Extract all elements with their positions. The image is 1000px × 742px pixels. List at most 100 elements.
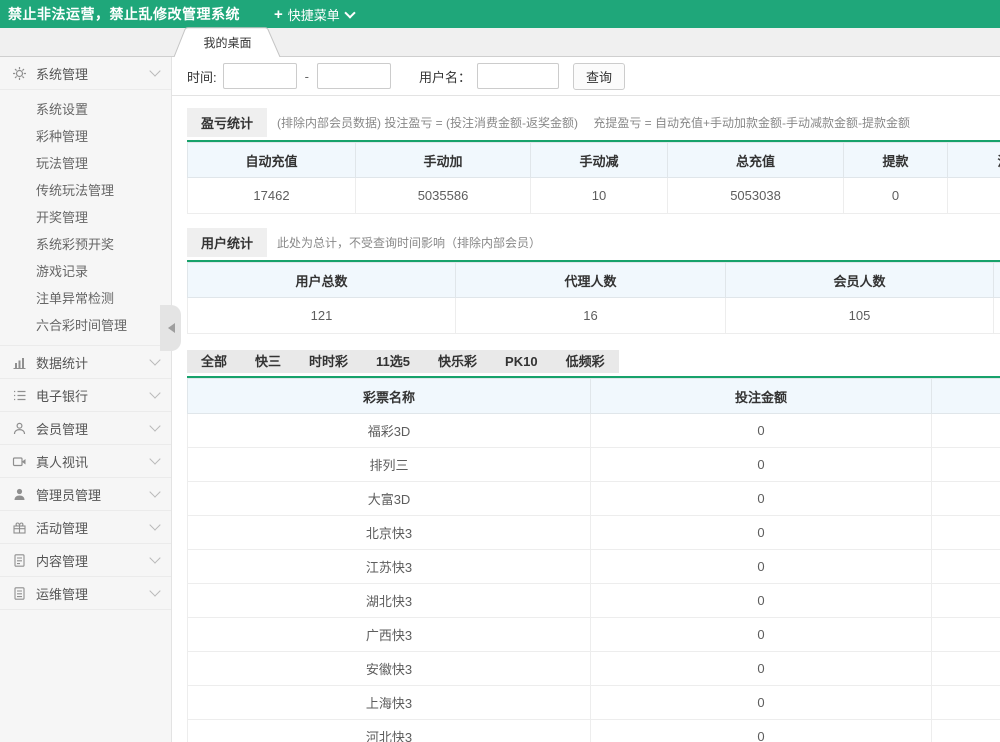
sidebar-group-members[interactable]: 会员管理 bbox=[0, 412, 171, 445]
sidebar-group-data-stats[interactable]: 数据统计 bbox=[0, 346, 171, 379]
sidebar-item-bet-anomaly[interactable]: 注单异常检测 bbox=[0, 285, 171, 312]
top-bar: 禁止非法运营，禁止乱修改管理系统 + 快捷菜单 bbox=[0, 0, 1000, 28]
col-header: 彩票名称 bbox=[188, 379, 591, 414]
sidebar-group-label: 内容管理 bbox=[36, 551, 151, 570]
cell-clipped bbox=[932, 618, 1000, 652]
tab-my-desktop[interactable]: 我的桌面 bbox=[172, 27, 283, 57]
username-input[interactable] bbox=[477, 63, 559, 89]
cell-bet-amount: 0 bbox=[591, 482, 932, 516]
col-header: 投注金额 bbox=[591, 379, 932, 414]
plus-icon: + bbox=[274, 6, 283, 23]
cell-lottery-name: 湖北快3 bbox=[188, 584, 591, 618]
cell-clipped bbox=[932, 584, 1000, 618]
tab-klc[interactable]: 快乐彩 bbox=[424, 350, 491, 373]
query-button[interactable]: 查询 bbox=[573, 63, 625, 90]
chevron-down-icon bbox=[149, 420, 160, 431]
table-header-row: 自动充值 手动加 手动减 总充值 提款 消 bbox=[188, 143, 1000, 178]
profit-stats-title: 盈亏统计 bbox=[187, 108, 267, 137]
gift-icon bbox=[12, 520, 28, 535]
cell-lottery-name: 北京快3 bbox=[188, 516, 591, 550]
cell-lottery-name: 河北快3 bbox=[188, 720, 591, 742]
sidebar-item-system-settings[interactable]: 系统设置 bbox=[0, 96, 171, 123]
sidebar-group-live-video[interactable]: 真人视讯 bbox=[0, 445, 171, 478]
table-row: 广西快3 0 bbox=[188, 618, 1000, 652]
cell-bet-amount: 0 bbox=[591, 414, 932, 448]
time-to-input[interactable] bbox=[317, 63, 391, 89]
cell-bet-amount: 0 bbox=[591, 720, 932, 742]
chevron-down-icon bbox=[149, 552, 160, 563]
sidebar-group-label: 运维管理 bbox=[36, 584, 151, 603]
sidebar-item-pre-draw[interactable]: 系统彩预开奖 bbox=[0, 231, 171, 258]
sidebar-group-label: 系统管理 bbox=[36, 64, 151, 83]
user-stats-table-wrap: 用户总数 代理人数 会员人数 121 16 105 bbox=[187, 260, 1000, 334]
col-header: 提款 bbox=[844, 143, 948, 178]
profit-stats-section: 盈亏统计 (排除内部会员数据) 投注盈亏 = (投注消费金额-返奖金额) 充提盈… bbox=[187, 108, 1000, 214]
sidebar-group-ebank[interactable]: 电子银行 bbox=[0, 379, 171, 412]
table-row: 河北快3 0 bbox=[188, 720, 1000, 742]
lottery-table: 彩票名称 投注金额 福彩3D 0 排列三 0 大富3D 0 bbox=[187, 378, 1000, 742]
chevron-down-icon bbox=[149, 453, 160, 464]
cell-auto-recharge: 17462 bbox=[188, 178, 356, 214]
sidebar-group-ops[interactable]: 运维管理 bbox=[0, 577, 171, 610]
sidebar-group-system[interactable]: 系统管理 bbox=[0, 57, 171, 90]
tab-all[interactable]: 全部 bbox=[187, 350, 241, 373]
tab-11x5[interactable]: 11选5 bbox=[362, 350, 424, 373]
sidebar-group-label: 真人视讯 bbox=[36, 452, 151, 471]
sidebar-group-content[interactable]: 内容管理 bbox=[0, 544, 171, 577]
col-header: 消 bbox=[948, 143, 1000, 178]
col-header-clipped bbox=[994, 263, 1000, 298]
user-stats-section: 用户统计 此处为总计，不受查询时间影响（排除内部会员） 用户总数 代理人数 会员… bbox=[187, 228, 1000, 334]
sidebar-group-label: 会员管理 bbox=[36, 419, 151, 438]
range-separator: - bbox=[305, 69, 309, 84]
admin-user-icon bbox=[12, 487, 28, 502]
sidebar-item-game-records[interactable]: 游戏记录 bbox=[0, 258, 171, 285]
col-header: 自动充值 bbox=[188, 143, 356, 178]
bar-chart-icon bbox=[12, 355, 28, 370]
chevron-down-icon bbox=[149, 585, 160, 596]
sidebar-group-activities[interactable]: 活动管理 bbox=[0, 511, 171, 544]
cell-lottery-name: 江苏快3 bbox=[188, 550, 591, 584]
table-row: 北京快3 0 bbox=[188, 516, 1000, 550]
sidebar-group-admins[interactable]: 管理员管理 bbox=[0, 478, 171, 511]
cell-withdraw: 0 bbox=[844, 178, 948, 214]
cell-lottery-name: 广西快3 bbox=[188, 618, 591, 652]
sidebar-item-mark6-time[interactable]: 六合彩时间管理 bbox=[0, 312, 171, 339]
profit-stats-note: (排除内部会员数据) 投注盈亏 = (投注消费金额-返奖金额) 充提盈亏 = 自… bbox=[277, 114, 910, 131]
user-stats-table: 用户总数 代理人数 会员人数 121 16 105 bbox=[187, 262, 1000, 334]
tab-low-freq[interactable]: 低频彩 bbox=[552, 350, 619, 373]
lottery-table-wrap: 彩票名称 投注金额 福彩3D 0 排列三 0 大富3D 0 bbox=[187, 376, 1000, 742]
tab-k3[interactable]: 快三 bbox=[241, 350, 295, 373]
cell-bet-amount: 0 bbox=[591, 652, 932, 686]
username-label: 用户名： bbox=[419, 67, 471, 86]
sidebar-collapse-handle[interactable] bbox=[160, 305, 181, 351]
cell-bet-amount: 0 bbox=[591, 516, 932, 550]
lottery-tabs: 全部 快三 时时彩 11选5 快乐彩 PK10 低频彩 bbox=[187, 350, 619, 373]
table-row: 安徽快3 0 bbox=[188, 652, 1000, 686]
cell-clipped bbox=[932, 652, 1000, 686]
sidebar-item-play-method[interactable]: 玩法管理 bbox=[0, 150, 171, 177]
collapse-left-icon bbox=[168, 323, 175, 333]
chevron-down-icon bbox=[149, 387, 160, 398]
cell-bet-amount: 0 bbox=[591, 618, 932, 652]
quick-menu-button[interactable]: + 快捷菜单 bbox=[274, 5, 354, 24]
cell-bet-amount: 0 bbox=[591, 448, 932, 482]
cell-clipped bbox=[932, 448, 1000, 482]
chevron-down-icon bbox=[149, 354, 160, 365]
sidebar-group-label: 数据统计 bbox=[36, 353, 151, 372]
tab-pk10[interactable]: PK10 bbox=[491, 350, 552, 373]
sidebar-item-draw-management[interactable]: 开奖管理 bbox=[0, 204, 171, 231]
table-header-row: 用户总数 代理人数 会员人数 bbox=[188, 263, 1000, 298]
col-header-clipped bbox=[932, 379, 1000, 414]
chevron-down-icon bbox=[344, 7, 355, 18]
tab-ssc[interactable]: 时时彩 bbox=[295, 350, 362, 373]
time-from-input[interactable] bbox=[223, 63, 297, 89]
time-label: 时间: bbox=[187, 67, 217, 86]
sidebar-item-lottery-type[interactable]: 彩种管理 bbox=[0, 123, 171, 150]
quick-menu-label: 快捷菜单 bbox=[288, 5, 340, 24]
tab-label: 我的桌面 bbox=[172, 34, 283, 51]
sidebar-item-traditional-play[interactable]: 传统玩法管理 bbox=[0, 177, 171, 204]
table-row: 湖北快3 0 bbox=[188, 584, 1000, 618]
cell-bet-amount: 0 bbox=[591, 550, 932, 584]
user-stats-note: 此处为总计，不受查询时间影响（排除内部会员） bbox=[277, 234, 541, 251]
col-header: 手动加 bbox=[356, 143, 531, 178]
